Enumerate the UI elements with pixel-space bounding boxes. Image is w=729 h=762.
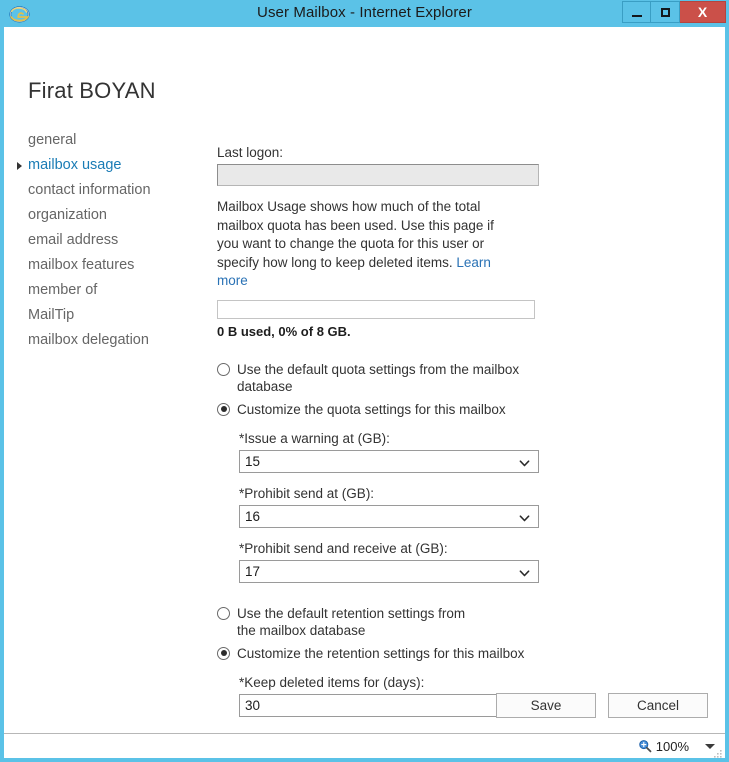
browser-window: User Mailbox - Internet Explorer X Firat… — [0, 0, 729, 762]
keep-deleted-items-input[interactable] — [239, 693, 539, 717]
form-actions: Save Cancel — [496, 693, 708, 718]
resize-grip-icon[interactable] — [713, 746, 723, 758]
window-title: User Mailbox - Internet Explorer — [257, 4, 472, 21]
maximize-button[interactable] — [651, 1, 680, 23]
radio-label-customize-retention: Customize the retention settings for thi… — [237, 645, 525, 661]
internet-explorer-logo-icon — [9, 3, 30, 24]
prohibit-send-at-gb-label: *Prohibit send at (GB): — [239, 485, 375, 501]
page-title: Firat BOYAN — [28, 78, 156, 103]
radio-use-default-quota[interactable]: Use the default quota settings from the … — [217, 361, 539, 395]
minimize-icon — [631, 14, 642, 17]
cancel-button[interactable]: Cancel — [608, 693, 708, 718]
radio-label-default-quota: Use the default quota settings from the … — [237, 361, 520, 394]
last-logon-input[interactable] — [217, 164, 539, 186]
sidebar-item-general[interactable]: general — [28, 128, 206, 153]
browser-statusbar: 100% — [4, 733, 725, 758]
radio-icon-default-quota — [217, 362, 230, 376]
radio-use-default-retention[interactable]: Use the default retention settings from … — [217, 605, 539, 639]
zoom-level-label: 100% — [655, 738, 689, 754]
usage-description-text: Mailbox Usage shows how much of the tota… — [217, 199, 494, 270]
keep-deleted-items-label: *Keep deleted items for (days): — [239, 674, 425, 690]
quota-usage-summary: 0 B used, 0% of 8 GB. — [217, 323, 351, 339]
prohibit-send-at-gb-dropdown[interactable]: 16 — [239, 504, 539, 528]
last-logon-label: Last logon: — [217, 145, 284, 160]
chevron-down-icon — [519, 566, 530, 577]
mailbox-usage-form: Last logon: Mailbox Usage shows how much… — [217, 145, 539, 733]
chevron-down-icon — [519, 511, 530, 522]
window-titlebar[interactable]: User Mailbox - Internet Explorer X — [0, 0, 729, 27]
sidebar-item-mailbox-features[interactable]: mailbox features — [28, 253, 206, 278]
prohibit-send-at-gb-value: 16 — [245, 508, 261, 524]
close-icon: X — [697, 4, 708, 20]
window-controls: X — [622, 1, 726, 23]
sidebar-item-mailtip[interactable]: MailTip — [28, 303, 206, 328]
radio-customize-retention[interactable]: Customize the retention settings for thi… — [217, 645, 539, 662]
radio-customize-quota[interactable]: Customize the quota settings for this ma… — [217, 401, 539, 418]
sidebar-item-email-address[interactable]: email address — [28, 228, 206, 253]
mailbox-usage-page: Firat BOYAN general mailbox usage contac… — [4, 27, 725, 733]
sidebar-item-contact-information[interactable]: contact information — [28, 178, 206, 203]
usage-description: Mailbox Usage shows how much of the tota… — [217, 198, 517, 291]
sidebar-item-member-of[interactable]: member of — [28, 278, 206, 303]
radio-icon-customize-quota — [217, 402, 230, 416]
radio-label-customize-quota: Customize the quota settings for this ma… — [237, 401, 506, 417]
close-button[interactable]: X — [680, 1, 726, 23]
maximize-icon — [660, 7, 670, 17]
radio-icon-customize-retention — [217, 646, 230, 660]
sidebar-item-mailbox-delegation[interactable]: mailbox delegation — [28, 328, 206, 353]
sidebar-nav: general mailbox usage contact informatio… — [17, 128, 206, 353]
radio-label-default-retention: Use the default retention settings from … — [237, 605, 466, 638]
radio-icon-default-retention — [217, 606, 230, 620]
issue-warning-at-gb-dropdown[interactable]: 15 — [239, 449, 539, 473]
prohibit-send-receive-at-gb-dropdown[interactable]: 17 — [239, 559, 539, 583]
zoom-magnifier-icon — [638, 739, 652, 753]
minimize-button[interactable] — [622, 1, 651, 23]
chevron-down-icon — [519, 456, 530, 467]
quota-fields-group: *Issue a warning at (GB): 15 *Prohibit s… — [239, 431, 539, 583]
quota-usage-progressbar — [217, 299, 535, 319]
save-button[interactable]: Save — [496, 693, 596, 718]
prohibit-send-receive-at-gb-value: 17 — [245, 563, 261, 579]
issue-warning-at-gb-label: *Issue a warning at (GB): — [239, 430, 390, 446]
sidebar-item-organization[interactable]: organization — [28, 203, 206, 228]
issue-warning-at-gb-value: 15 — [245, 453, 261, 469]
zoom-control[interactable]: 100% — [638, 739, 715, 754]
window-client-area: Firat BOYAN general mailbox usage contac… — [4, 27, 725, 758]
retention-fields-group: *Keep deleted items for (days): Don't pe… — [239, 674, 539, 733]
prohibit-send-receive-at-gb-label: *Prohibit send and receive at (GB): — [239, 540, 448, 556]
sidebar-item-mailbox-usage[interactable]: mailbox usage — [17, 153, 206, 178]
